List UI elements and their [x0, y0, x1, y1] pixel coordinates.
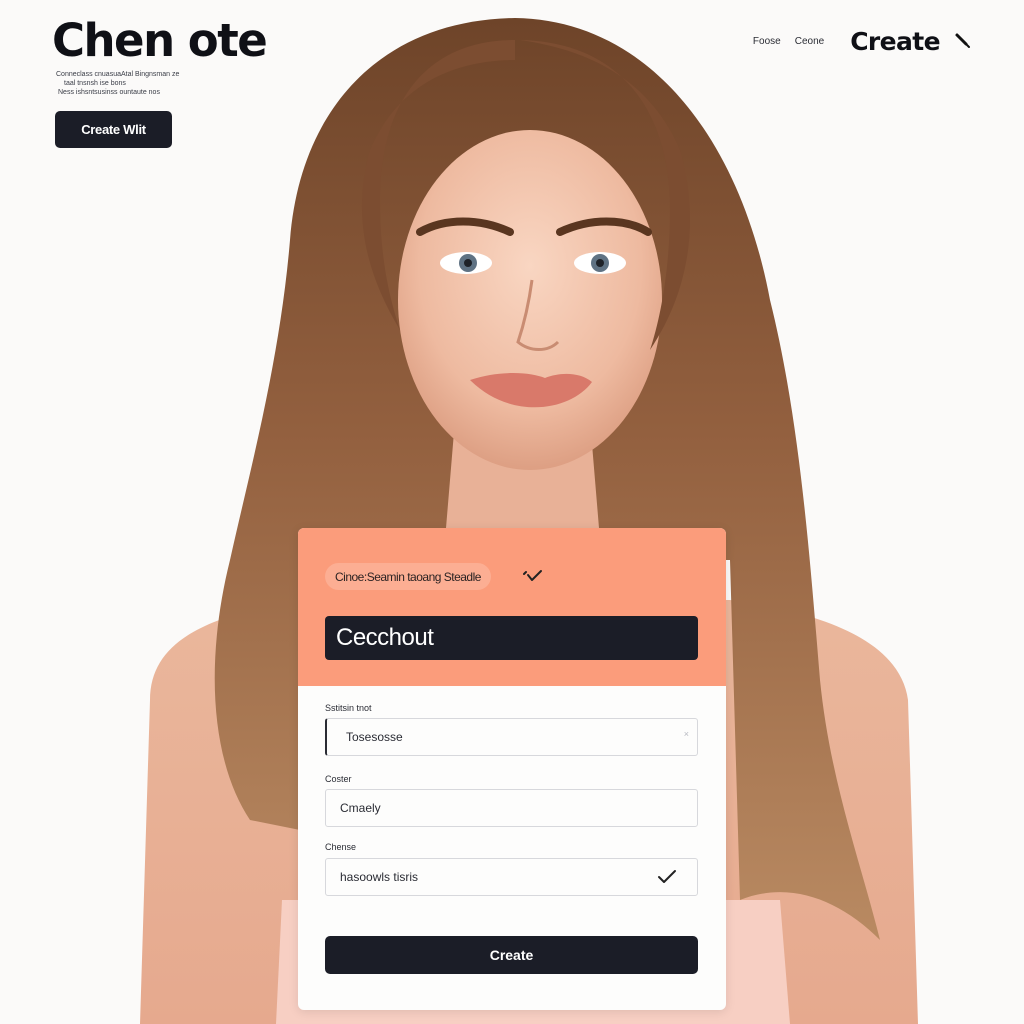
checkout-card: Cinoe:Seamin taoang Steadle Cecchout Sst… — [298, 528, 726, 1010]
pen-icon[interactable] — [954, 32, 972, 50]
option-chip[interactable]: Cinoe:Seamin taoang Steadle — [325, 563, 491, 590]
nav-create-link[interactable]: Create — [850, 27, 940, 56]
tagline-line: Ness ishsntsusinss ountaute nos — [58, 89, 160, 96]
input-value: Tosesosse — [346, 730, 403, 744]
tagline-line: taal tnsnsh ise bons — [64, 80, 126, 87]
tagline-line: Conneclass cnuasuaAtal Bingnsman ze — [56, 71, 180, 78]
field-label: Sstitsin tnot — [325, 703, 372, 713]
field-label: Chense — [325, 842, 357, 852]
top-nav: Foose Ceone Create — [753, 26, 972, 56]
create-wlit-button[interactable]: Create Wlit — [55, 111, 172, 148]
brand-logo[interactable]: Chen ote — [52, 14, 268, 67]
nav-link-foose[interactable]: Foose — [753, 36, 781, 47]
clear-icon[interactable]: × — [684, 729, 689, 739]
text-input[interactable]: Cmaely — [325, 789, 698, 827]
card-header: Cinoe:Seamin taoang Steadle Cecchout — [298, 528, 726, 686]
select-value: hasoowls tisris — [340, 870, 419, 884]
field-label: Coster — [325, 774, 352, 784]
check-icon[interactable] — [523, 569, 543, 583]
checkout-title-field[interactable]: Cecchout — [325, 616, 698, 660]
select-field[interactable]: hasoowls tisris — [325, 858, 698, 896]
create-button[interactable]: Create — [325, 936, 698, 974]
check-icon — [658, 870, 676, 883]
text-input[interactable]: Tosesosse × — [325, 718, 698, 756]
input-value: Cmaely — [340, 801, 381, 815]
tagline-text: Conneclass cnuasuaAtal Bingnsman ze taal… — [56, 70, 246, 97]
nav-link-ceone[interactable]: Ceone — [795, 36, 824, 47]
